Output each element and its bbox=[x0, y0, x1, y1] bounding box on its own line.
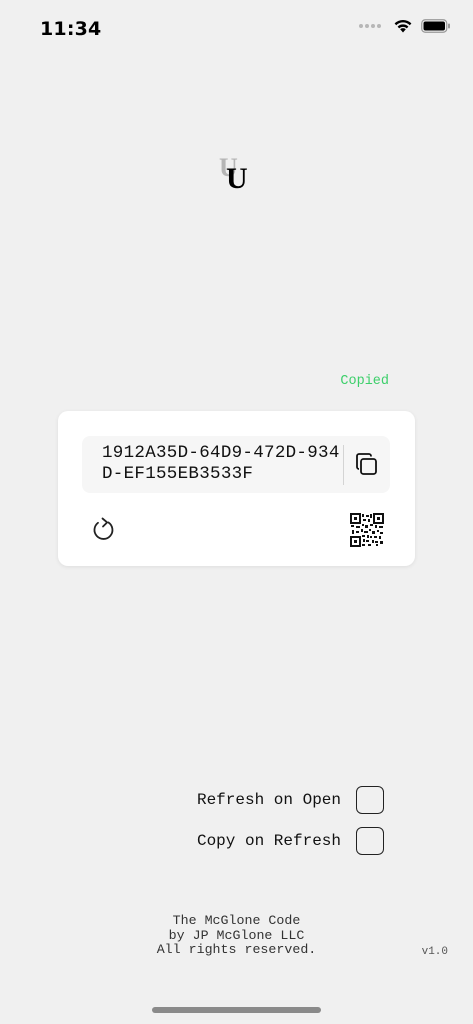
footer-line-rights: All rights reserved. bbox=[156, 942, 317, 957]
logo-letter: U bbox=[226, 162, 248, 195]
app-screen: 11:34 U U Copied 1912A35D-64D9-472D-934D… bbox=[0, 0, 473, 1024]
status-time: 11:34 bbox=[40, 18, 102, 40]
qr-code-icon[interactable] bbox=[350, 513, 384, 547]
home-indicator[interactable] bbox=[152, 1007, 321, 1013]
copied-label: Copied bbox=[340, 374, 389, 389]
uuid-divider bbox=[343, 445, 344, 485]
refresh-on-open-row[interactable]: Refresh on Open bbox=[197, 786, 384, 814]
uuid-text[interactable]: 1912A35D-64D9-472D-934D-EF155EB3533F bbox=[102, 443, 342, 485]
uuid-field[interactable]: 1912A35D-64D9-472D-934D-EF155EB3533F bbox=[82, 436, 390, 493]
wifi-icon bbox=[394, 19, 412, 33]
copy-on-refresh-checkbox[interactable] bbox=[356, 827, 384, 855]
refresh-on-open-checkbox[interactable] bbox=[356, 786, 384, 814]
uuid-card: 1912A35D-64D9-472D-934D-EF155EB3533F bbox=[58, 411, 415, 566]
copy-on-refresh-label: Copy on Refresh bbox=[196, 832, 341, 850]
refresh-on-open-label: Refresh on Open bbox=[196, 791, 341, 809]
cellular-signal-icon bbox=[359, 23, 381, 28]
battery-icon bbox=[421, 18, 450, 33]
footer-line-author: by JP McGlone LLC bbox=[168, 927, 305, 943]
footer-credits: The McGlone Code by JP McGlone LLC All r… bbox=[0, 913, 473, 958]
refresh-icon[interactable] bbox=[91, 516, 117, 544]
status-icons bbox=[359, 18, 451, 33]
footer-line-company: The McGlone Code bbox=[172, 913, 301, 928]
app-logo: U U bbox=[219, 153, 248, 195]
version-label: v1.0 bbox=[421, 946, 448, 958]
copy-icon[interactable] bbox=[354, 452, 380, 478]
copy-on-refresh-row[interactable]: Copy on Refresh bbox=[197, 827, 384, 855]
